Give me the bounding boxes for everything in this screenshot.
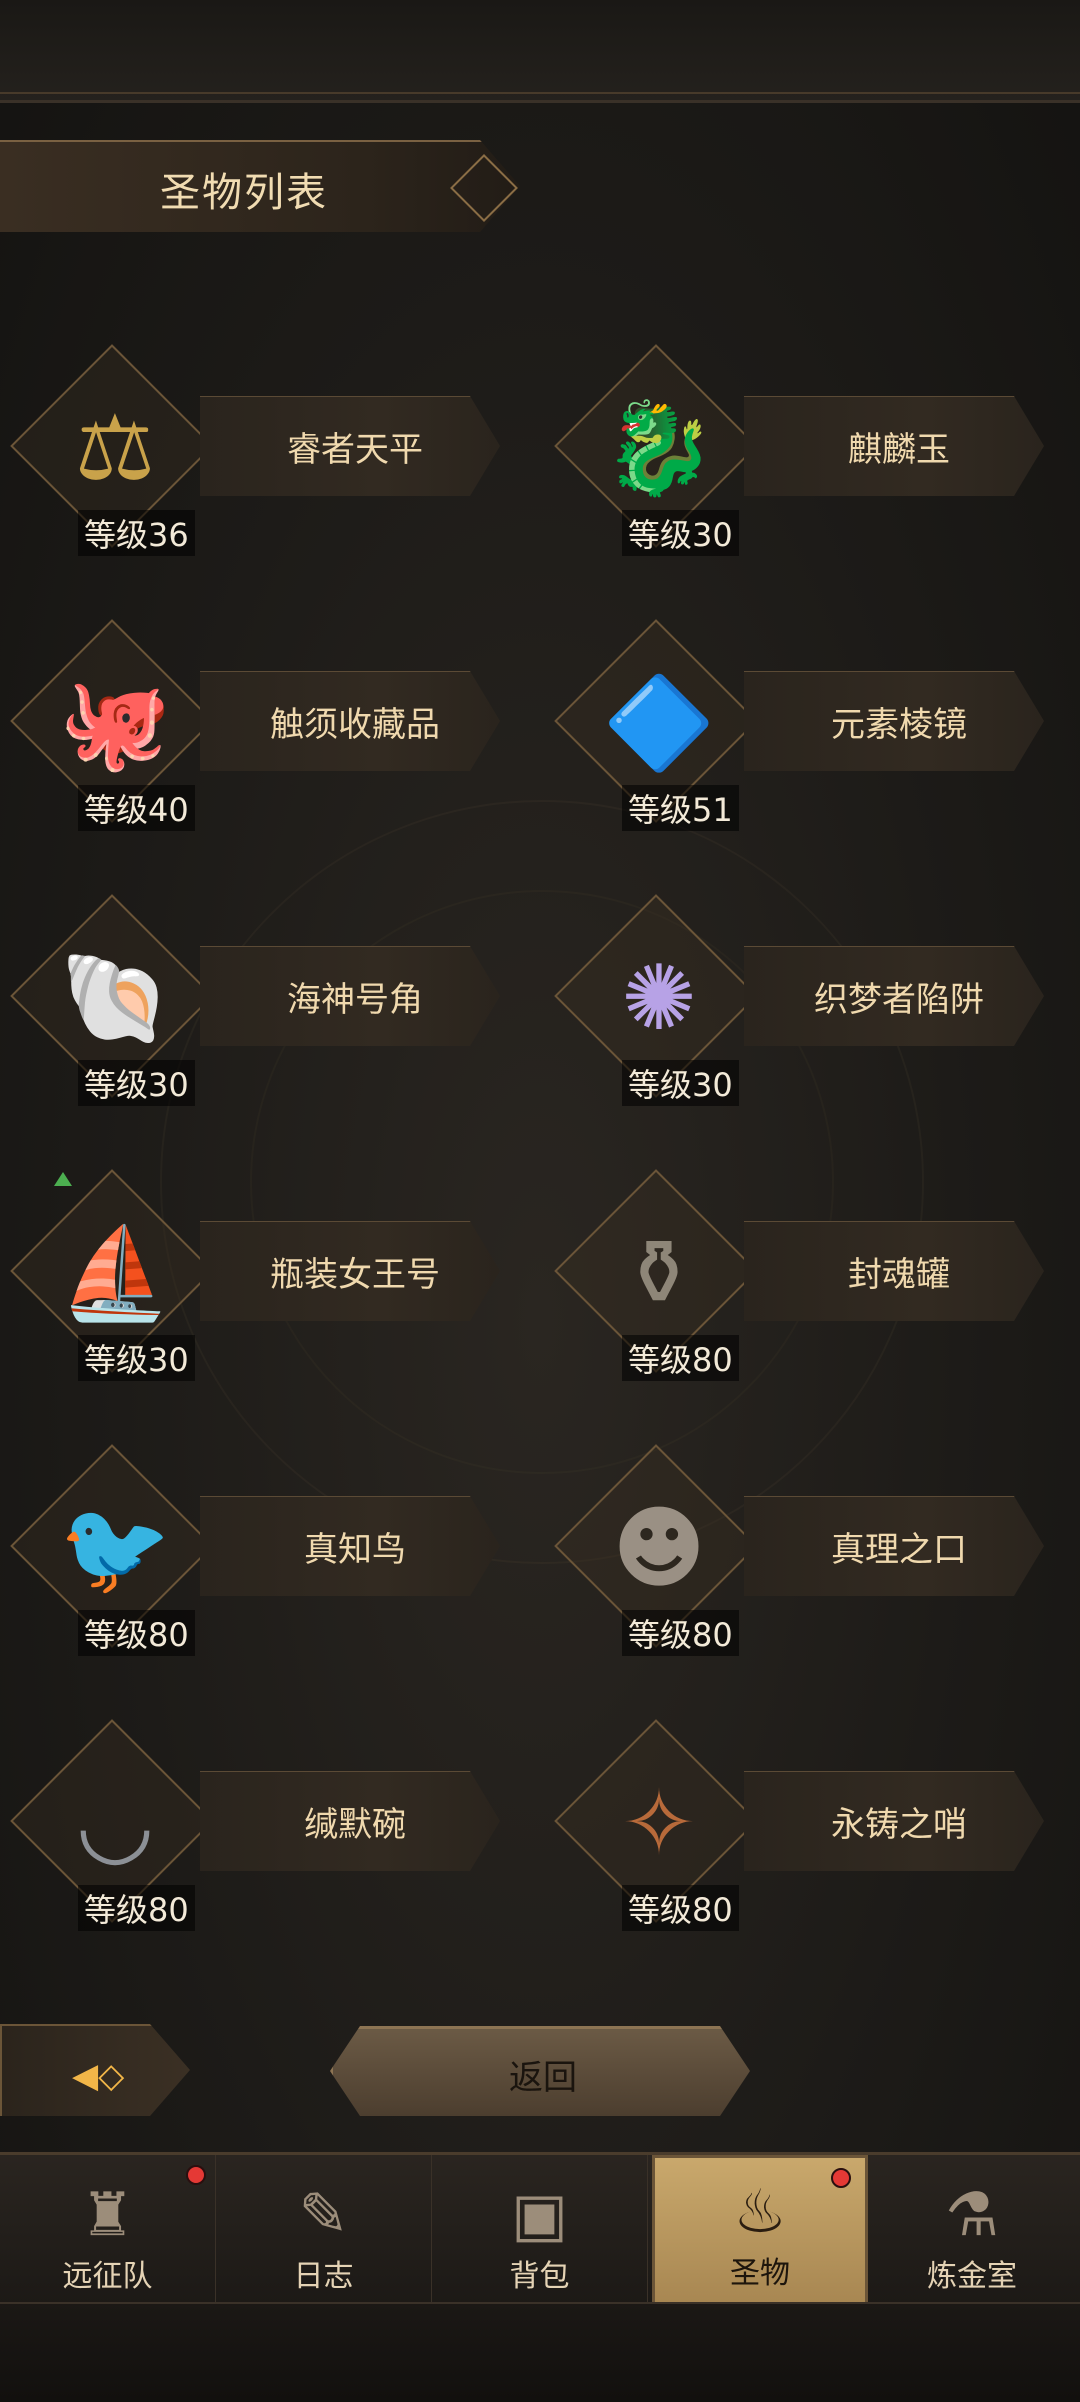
tab-label: 远征队 [62, 2259, 153, 2294]
return-button[interactable]: 返回 [330, 2026, 750, 2116]
ship-bottle-icon: ⛵ [58, 1221, 172, 1326]
jade-dragon-icon: 🐉 [602, 396, 716, 501]
tab-backpack[interactable]: ▣ 背包 [432, 2155, 648, 2305]
tentacle-icon: 🐙 [58, 671, 172, 776]
bottom-frame [0, 2302, 1080, 2402]
notification-dot [186, 2165, 206, 2185]
tab-label: 日志 [293, 2259, 354, 2294]
relic-name: 瓶装女王号 [270, 1255, 440, 1295]
alchemy-icon: ⚗ [945, 2180, 999, 2250]
relic-level: 等级51 [622, 785, 739, 831]
scroll-icon: ✎ [298, 2180, 349, 2250]
relic-name: 海神号角 [287, 980, 423, 1020]
whistle-icon: ✧ [621, 1771, 697, 1876]
stone-face-icon: ☻ [612, 1496, 706, 1601]
relic-name: 触须收藏品 [270, 705, 440, 745]
relic-item[interactable]: ✧ 永铸之哨 等级80 [544, 1719, 1080, 1935]
relic-item[interactable]: 🐙 触须收藏品 等级40 [0, 619, 540, 835]
scale-icon: ⚖ [74, 396, 156, 501]
relic-name: 睿者天平 [287, 430, 423, 470]
relic-name: 缄默碗 [304, 1805, 406, 1845]
tab-relics[interactable]: ♨ 圣物 [652, 2155, 868, 2305]
relic-name: 真知鸟 [304, 1530, 406, 1570]
helmet-icon: ♜ [80, 2180, 135, 2250]
tab-expedition[interactable]: ♜ 远征队 [0, 2155, 216, 2305]
relic-item[interactable]: 🔷 元素棱镜 等级51 [544, 619, 1080, 835]
relic-item[interactable]: ☻ 真理之口 等级80 [544, 1444, 1080, 1660]
relic-name: 织梦者陷阱 [814, 980, 984, 1020]
relic-level: 等级80 [78, 1885, 195, 1931]
relic-item[interactable]: ⛵ 瓶装女王号 等级30 [0, 1169, 540, 1385]
tab-journal[interactable]: ✎ 日志 [216, 2155, 432, 2305]
relic-level: 等级80 [622, 1610, 739, 1656]
relic-item[interactable]: ⚖ 睿者天平 等级36 [0, 344, 540, 560]
relic-name: 麒麟玉 [848, 430, 950, 470]
relic-level: 等级80 [622, 1885, 739, 1931]
relic-item[interactable]: ✺ 织梦者陷阱 等级30 [544, 894, 1080, 1110]
relic-level: 等级30 [622, 510, 739, 556]
relic-level: 等级30 [78, 1335, 195, 1381]
relic-name: 真理之口 [831, 1530, 967, 1570]
tab-label: 圣物 [730, 2256, 790, 2291]
conch-icon: 🐚 [58, 946, 172, 1051]
double-diamond-arrow-icon: ◀◇ [72, 2056, 125, 2096]
dreamcatcher-icon: ✺ [621, 946, 697, 1051]
relic-name: 永铸之哨 [831, 1805, 967, 1845]
tab-label: 背包 [509, 2259, 570, 2294]
tab-label: 炼金室 [927, 2259, 1017, 2294]
soul-jar-icon: ⚱ [621, 1221, 697, 1326]
notification-dot [831, 2168, 851, 2188]
relic-name: 封魂罐 [848, 1255, 950, 1295]
bird-icon: 🐦 [58, 1496, 172, 1601]
relic-level: 等级36 [78, 510, 195, 556]
page-title: 圣物列表 [160, 170, 328, 216]
relic-name: 元素棱镜 [831, 705, 967, 745]
relic-item[interactable]: 🐉 麒麟玉 等级30 [544, 344, 1080, 560]
top-frame [0, 0, 1080, 103]
torch-icon: ♨ [733, 2177, 787, 2247]
prism-icon: 🔷 [602, 671, 716, 776]
relic-level: 等级30 [78, 1060, 195, 1106]
relic-item[interactable]: 🐚 海神号角 等级30 [0, 894, 540, 1110]
tab-alchemy[interactable]: ⚗ 炼金室 [864, 2155, 1080, 2305]
relic-item[interactable]: 🐦 真知鸟 等级80 [0, 1444, 540, 1660]
relic-item[interactable]: ◡ 缄默碗 等级80 [0, 1719, 540, 1935]
bowl-icon: ◡ [75, 1771, 155, 1876]
bottom-tab-bar: ♜ 远征队 ✎ 日志 ▣ 背包 ♨ 圣物 ⚗ 炼金室 [0, 2152, 1080, 2305]
relic-level: 等级30 [622, 1060, 739, 1106]
relic-level: 等级80 [622, 1335, 739, 1381]
relic-item[interactable]: ⚱ 封魂罐 等级80 [544, 1169, 1080, 1385]
upgrade-arrow-icon [54, 1172, 72, 1186]
relic-level: 等级40 [78, 785, 195, 831]
backpack-icon: ▣ [511, 2180, 568, 2250]
relic-level: 等级80 [78, 1610, 195, 1656]
